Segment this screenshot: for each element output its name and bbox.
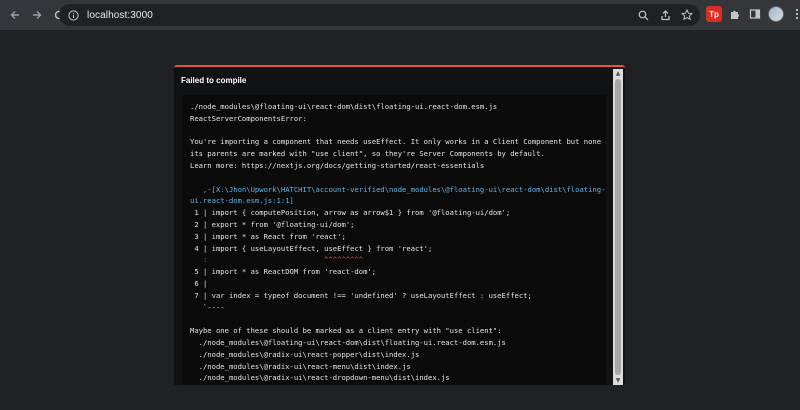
error-text-line: Learn more: https://nextjs.org/docs/gett…: [190, 160, 485, 170]
kebab-menu-icon[interactable]: [790, 6, 800, 22]
overlay-scrollbar[interactable]: ▲ ▼: [613, 69, 623, 385]
address-bar-actions: [636, 7, 694, 23]
error-text-line: [190, 125, 602, 137]
error-code-block: ./node_modules\@floating-ui\react-dom\di…: [182, 95, 606, 385]
error-text-line: 6 |: [190, 278, 208, 288]
error-text-line: [190, 313, 602, 325]
error-text-line: ./node_modules\@aws-amplify\ui-react\dis…: [190, 384, 602, 385]
scroll-up-arrow-icon[interactable]: ▲: [613, 69, 623, 78]
error-text-line: 2 | export * from '@floating-ui/dom';: [190, 219, 355, 229]
error-text-line: 7 | var index = typeof document !== 'und…: [190, 290, 532, 300]
compile-error-overlay: Failed to compile ./node_modules\@floati…: [174, 65, 625, 385]
error-path-line: ui.react-dom.esm.js:1:1]: [190, 196, 294, 206]
error-text-line: 3 | import * as React from 'react';: [190, 231, 346, 241]
error-path-line: ,-[X:\Jhon\Upwork\HATCHIT\account-verifi…: [190, 184, 606, 194]
search-icon[interactable]: [636, 7, 650, 23]
error-text-line: `----: [190, 302, 225, 312]
forward-arrow-icon[interactable]: [28, 6, 46, 24]
address-bar[interactable]: localhost:3000: [59, 4, 700, 26]
puzzle-icon[interactable]: [728, 6, 742, 22]
error-text-line: Maybe one of these should be marked as a…: [190, 326, 502, 336]
error-text-line: 1 | import { computePosition, arrow as a…: [190, 208, 511, 218]
back-arrow-icon[interactable]: [6, 6, 24, 24]
error-text-line: its parents are marked with "use client"…: [190, 149, 545, 159]
error-text-line: ./node_modules\@radix-ui\react-popper\di…: [190, 349, 420, 359]
side-panel-icon[interactable]: [748, 6, 762, 22]
error-text-line: 4 | import { useLayoutEffect, useEffect …: [190, 243, 433, 253]
overlay-title: Failed to compile: [181, 76, 247, 85]
scroll-down-arrow-icon[interactable]: ▼: [613, 376, 623, 385]
extensions-area: Tp: [706, 6, 800, 22]
url-text: localhost:3000: [87, 9, 153, 21]
error-text-line: [190, 172, 602, 184]
error-text-line: ./node_modules\@radix-ui\react-menu\dist…: [190, 361, 411, 371]
bookmark-star-icon[interactable]: [680, 7, 694, 23]
scrollbar-thumb[interactable]: [615, 79, 621, 375]
share-icon[interactable]: [658, 7, 672, 23]
profile-avatar[interactable]: [768, 6, 784, 22]
extension-tp-icon[interactable]: Tp: [706, 6, 722, 22]
error-text-line: ./node_modules\@radix-ui\react-dropdown-…: [190, 373, 450, 383]
browser-toolbar: localhost:3000 Tp: [0, 0, 800, 30]
error-text-line: 5 | import * as ReactDOM from 'react-dom…: [190, 267, 377, 277]
error-message-lines: ./node_modules\@floating-ui\react-dom\di…: [190, 101, 606, 385]
error-text-line: ReactServerComponentsError:: [190, 113, 307, 123]
error-text-line: ./node_modules\@floating-ui\react-dom\di…: [190, 102, 498, 111]
site-info-icon[interactable]: [67, 9, 79, 21]
error-text-line: ./node_modules\@floating-ui\react-dom\di…: [190, 337, 506, 347]
error-text-line: You're importing a component that needs …: [190, 137, 606, 147]
error-caret-line: : ^^^^^^^^^: [190, 255, 364, 265]
